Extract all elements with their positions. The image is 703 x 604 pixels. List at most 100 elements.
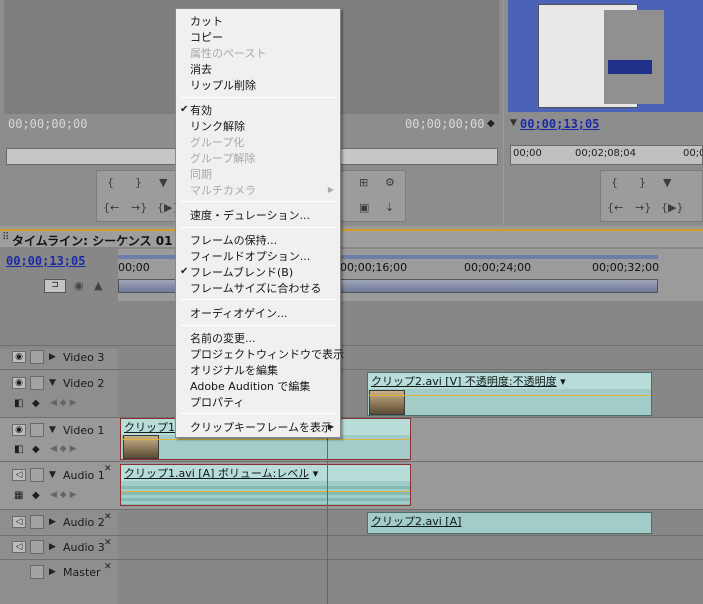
track-name: Video 1 <box>63 424 105 437</box>
expand-triangle-icon[interactable]: ▶ <box>49 567 56 577</box>
prog-mark-out-icon[interactable]: } <box>639 176 646 189</box>
prog-goto-in-icon[interactable]: {← <box>607 201 623 214</box>
speaker-icon[interactable]: ◁ <box>12 516 26 528</box>
prog-marker-icon[interactable]: ▼ <box>663 176 671 189</box>
source-timecode-in[interactable]: 00;00;00;00 <box>8 117 87 131</box>
menu-item-frame-blend[interactable]: フレームブレンド(B) <box>190 264 293 280</box>
insert-icon[interactable]: ▣ <box>359 201 369 214</box>
keyframe-nav-icon[interactable]: ◀ ◆ ▶ <box>50 444 77 454</box>
menu-item-field-options[interactable]: フィールドオプション... <box>190 248 310 264</box>
clip-label: クリップ2.avi [V] 不透明度:不透明度 ▾ <box>368 373 651 389</box>
display-style-icon[interactable]: ◧ <box>14 398 23 409</box>
program-timecode[interactable]: 00;00;13;05 <box>520 117 599 131</box>
lock-toggle[interactable] <box>30 376 44 390</box>
display-style-icon[interactable]: ▦ <box>14 490 23 501</box>
keyframe-icon[interactable]: ◆ <box>32 444 40 455</box>
lock-toggle[interactable] <box>30 565 44 579</box>
expand-triangle-icon[interactable]: ▶ <box>49 352 56 362</box>
panel-grip-icon[interactable]: ⠿ <box>2 232 9 243</box>
prog-goto-out-icon[interactable]: →} <box>635 201 651 214</box>
clip-audio1[interactable]: クリップ1.avi [A] ボリューム:レベル ▾ <box>120 464 411 506</box>
menu-item-group[interactable]: グループ化 <box>190 134 244 150</box>
goto-out-icon[interactable]: →} <box>131 201 147 214</box>
menu-item-ripple-delete[interactable]: リップル削除 <box>190 77 256 93</box>
source-zoom-icon[interactable]: ◆ <box>487 118 495 129</box>
speaker-icon[interactable]: ◁ <box>12 541 26 553</box>
lock-toggle[interactable] <box>30 540 44 554</box>
collapse-triangle-icon[interactable]: ▼ <box>49 425 56 435</box>
timeline-title[interactable]: タイムライン: シーケンス 01 <box>12 232 172 249</box>
menu-item-rename[interactable]: 名前の変更... <box>190 330 256 346</box>
menu-item-clear[interactable]: 消去 <box>190 61 212 77</box>
eye-icon[interactable]: ◉ <box>12 424 26 436</box>
menu-item-cut[interactable]: カット <box>190 13 223 29</box>
track-video2: ◉ ▼ Video 2 ◧ ◆ ◀ ◆ ▶ クリップ2.avi [V] 不透明度… <box>0 369 703 417</box>
program-ruler-tick: 00;04 <box>683 148 703 159</box>
menu-item-ungroup[interactable]: グループ解除 <box>190 150 255 166</box>
expand-triangle-icon[interactable]: ▶ <box>49 517 56 527</box>
lock-toggle[interactable] <box>30 423 44 437</box>
overlay-icon[interactable]: ⇣ <box>385 201 394 214</box>
menu-item-multicamera[interactable]: マルチカメラ <box>190 182 256 198</box>
safe-margin-icon[interactable]: ⊞ <box>359 176 368 189</box>
clip-audio2[interactable]: クリップ2.avi [A] <box>367 512 652 534</box>
lock-toggle[interactable] <box>30 468 44 482</box>
menu-item-edit-in-audition[interactable]: Adobe Audition で編集 <box>190 378 310 394</box>
sync-lock-icon[interactable]: ✕ <box>104 464 112 474</box>
mark-in-icon[interactable]: { <box>107 176 114 189</box>
mark-out-icon[interactable]: } <box>135 176 142 189</box>
program-ruler[interactable]: 00;00 00;02;08;04 00;04 <box>510 145 703 165</box>
check-icon: ✔ <box>180 266 189 277</box>
sync-lock-icon[interactable]: ✕ <box>104 512 112 522</box>
lock-toggle[interactable] <box>30 515 44 529</box>
menu-item-unlink[interactable]: リンク解除 <box>190 118 245 134</box>
collapse-triangle-icon[interactable]: ▼ <box>49 470 56 480</box>
track-name: Video 2 <box>63 377 105 390</box>
menu-item-enable[interactable]: 有効 <box>190 102 212 118</box>
source-timecode-out[interactable]: 00;00;00;00 <box>405 117 484 131</box>
program-ruler-tick: 00;00 <box>513 148 542 159</box>
sync-lock-icon[interactable]: ✕ <box>104 562 112 572</box>
output-icon[interactable]: ⚙ <box>385 176 395 189</box>
expand-triangle-icon[interactable]: ▶ <box>49 542 56 552</box>
menu-item-edit-original[interactable]: オリジナルを編集 <box>190 362 278 378</box>
eye-icon[interactable]: ◉ <box>12 377 26 389</box>
timeline-timecode[interactable]: 00;00;13;05 <box>6 254 85 268</box>
keyframe-drop-icon[interactable]: ▲ <box>94 279 102 292</box>
keyframe-icon[interactable]: ◆ <box>32 490 40 501</box>
goto-in-icon[interactable]: {← <box>103 201 119 214</box>
keyframe-nav-icon[interactable]: ◀ ◆ ▶ <box>50 398 77 408</box>
prog-play-in-out-icon[interactable]: {▶} <box>661 201 683 214</box>
clip-video2[interactable]: クリップ2.avi [V] 不透明度:不透明度 ▾ <box>367 372 652 416</box>
keyframe-nav-icon[interactable]: ◀ ◆ ▶ <box>50 490 77 500</box>
clip-thumbnail <box>369 390 405 415</box>
lock-toggle[interactable] <box>30 350 44 364</box>
menu-item-synchronize[interactable]: 同期 <box>190 166 212 182</box>
prog-mark-in-icon[interactable]: { <box>611 176 618 189</box>
audio-waveform <box>121 483 410 505</box>
sync-lock-icon[interactable]: ✕ <box>104 538 112 548</box>
keyframe-icon[interactable]: ◆ <box>32 398 40 409</box>
ruler-tick: 00;00;32;00 <box>592 261 660 274</box>
track-video1: ◉ ▼ Video 1 ◧ ◆ ◀ ◆ ▶ クリップ1.avi <box>0 417 703 461</box>
marker-icon[interactable]: ▼ <box>159 176 167 189</box>
menu-item-show-clip-keyframes[interactable]: クリップキーフレームを表示 <box>190 419 332 435</box>
collapse-triangle-icon[interactable]: ▼ <box>49 378 56 388</box>
snap-icon[interactable]: ⊐ <box>44 279 66 293</box>
menu-item-speed-duration[interactable]: 速度・デュレーション... <box>190 207 310 223</box>
speaker-icon[interactable]: ◁ <box>12 469 26 481</box>
menu-item-reveal-in-project[interactable]: プロジェクトウィンドウで表示 <box>190 346 344 362</box>
menu-item-properties[interactable]: プロパティ <box>190 394 244 410</box>
preview-menu-shape <box>608 60 652 74</box>
program-tc-arrow-icon: ▼ <box>510 118 517 128</box>
menu-item-frame-hold[interactable]: フレームの保持... <box>190 232 277 248</box>
menu-item-copy[interactable]: コピー <box>190 29 223 45</box>
menu-separator <box>180 97 336 98</box>
menu-item-audio-gain[interactable]: オーディオゲイン... <box>190 305 288 321</box>
eye-icon[interactable]: ◉ <box>12 351 26 363</box>
menu-item-scale-to-frame[interactable]: フレームサイズに合わせる <box>190 280 321 296</box>
display-style-icon[interactable]: ◧ <box>14 444 23 455</box>
marker-set-icon[interactable]: ◉ <box>74 279 84 292</box>
menu-item-paste-attributes[interactable]: 属性のペースト <box>190 45 266 61</box>
ruler-tick: 00;00;24;00 <box>464 261 532 274</box>
